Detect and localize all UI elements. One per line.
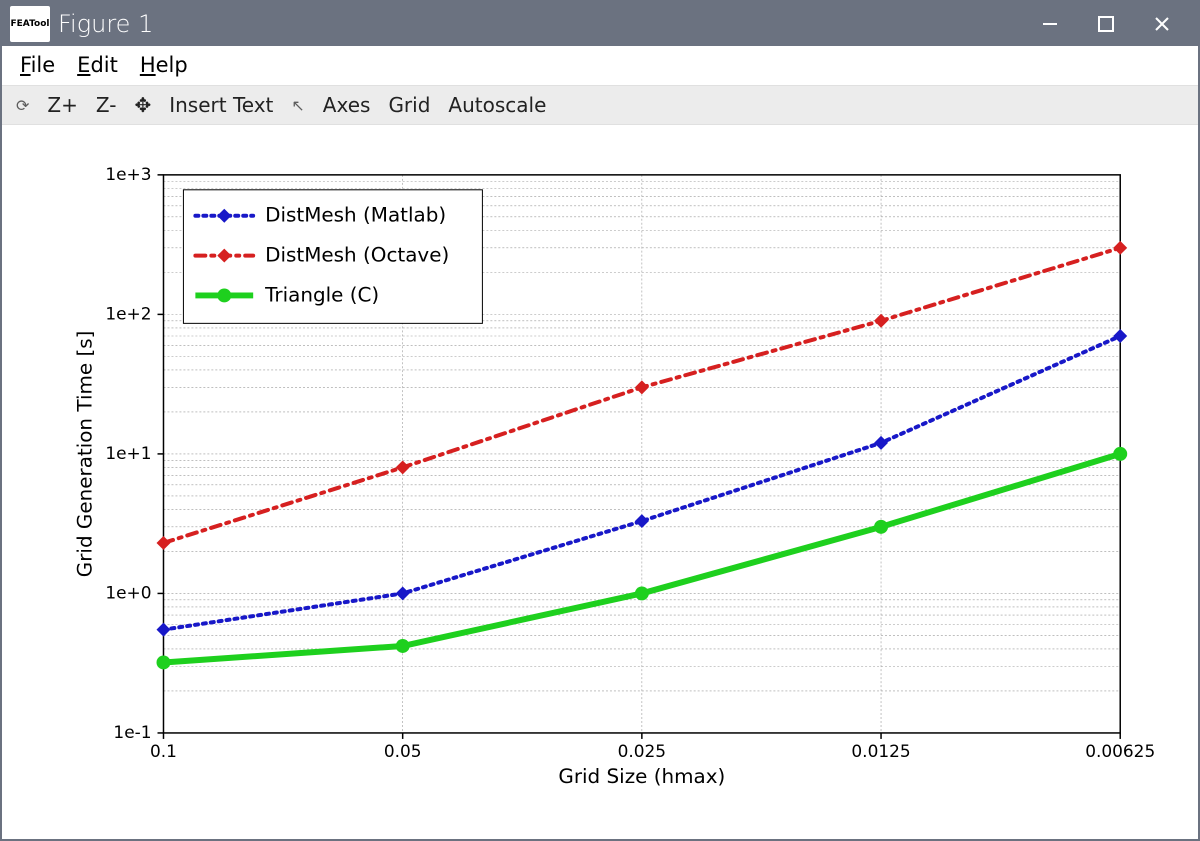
axes-button[interactable]: Axes bbox=[323, 93, 371, 117]
y-axis-label: Grid Generation Time [s] bbox=[74, 331, 97, 578]
menu-file[interactable]: File bbox=[12, 49, 63, 81]
legend-label: DistMesh (Octave) bbox=[265, 244, 449, 267]
svg-text:0.1: 0.1 bbox=[150, 741, 177, 761]
legend-label: Triangle (C) bbox=[264, 284, 379, 307]
svg-text:0.00625: 0.00625 bbox=[1085, 741, 1155, 761]
plot-area: 1e-11e+01e+11e+21e+3 0.10.050.0250.01250… bbox=[2, 125, 1198, 839]
chart-svg: 1e-11e+01e+11e+21e+3 0.10.050.0250.01250… bbox=[14, 133, 1186, 835]
svg-text:1e-1: 1e-1 bbox=[113, 722, 151, 742]
menu-edit[interactable]: Edit bbox=[69, 49, 126, 81]
zoom-out-button[interactable]: Z- bbox=[96, 93, 117, 117]
svg-text:1e+1: 1e+1 bbox=[105, 443, 151, 463]
pointer-icon[interactable]: ↖ bbox=[291, 96, 304, 115]
reset-icon[interactable]: ⟳ bbox=[16, 96, 29, 115]
svg-text:1e+0: 1e+0 bbox=[105, 583, 151, 603]
grid-button[interactable]: Grid bbox=[388, 93, 430, 117]
autoscale-button[interactable]: Autoscale bbox=[448, 93, 546, 117]
x-axis-ticks: 0.1 0.05 0.025 0.0125 0.00625 bbox=[150, 733, 1155, 761]
figure-window: FEATool Figure 1 File Edit Help ⟳ Z+ Z- … bbox=[0, 0, 1200, 841]
x-axis-label: Grid Size (hmax) bbox=[558, 765, 725, 788]
menubar: File Edit Help bbox=[2, 46, 1198, 85]
legend: DistMesh (Matlab) DistMesh (Octave) Triang… bbox=[183, 190, 482, 324]
svg-text:0.0125: 0.0125 bbox=[851, 741, 910, 761]
toolbar: ⟳ Z+ Z- ✥ Insert Text ↖ Axes Grid Autosc… bbox=[2, 85, 1198, 126]
insert-text-button[interactable]: Insert Text bbox=[169, 93, 273, 117]
minimize-button[interactable] bbox=[1022, 2, 1078, 46]
svg-text:1e+2: 1e+2 bbox=[105, 304, 151, 324]
legend-label: DistMesh (Matlab) bbox=[265, 204, 446, 227]
svg-text:1e+3: 1e+3 bbox=[105, 164, 151, 184]
titlebar: FEATool Figure 1 bbox=[2, 2, 1198, 46]
y-axis-ticks: 1e-1 1e+0 1e+1 1e+2 1e+3 bbox=[105, 164, 163, 742]
svg-text:0.025: 0.025 bbox=[618, 741, 667, 761]
maximize-button[interactable] bbox=[1078, 2, 1134, 46]
close-button[interactable] bbox=[1134, 2, 1190, 46]
zoom-in-button[interactable]: Z+ bbox=[47, 93, 77, 117]
svg-text:0.05: 0.05 bbox=[384, 741, 422, 761]
menu-help[interactable]: Help bbox=[132, 49, 196, 81]
app-logo: FEATool bbox=[10, 6, 50, 42]
pan-icon[interactable]: ✥ bbox=[134, 93, 151, 117]
window-title: Figure 1 bbox=[58, 10, 153, 38]
